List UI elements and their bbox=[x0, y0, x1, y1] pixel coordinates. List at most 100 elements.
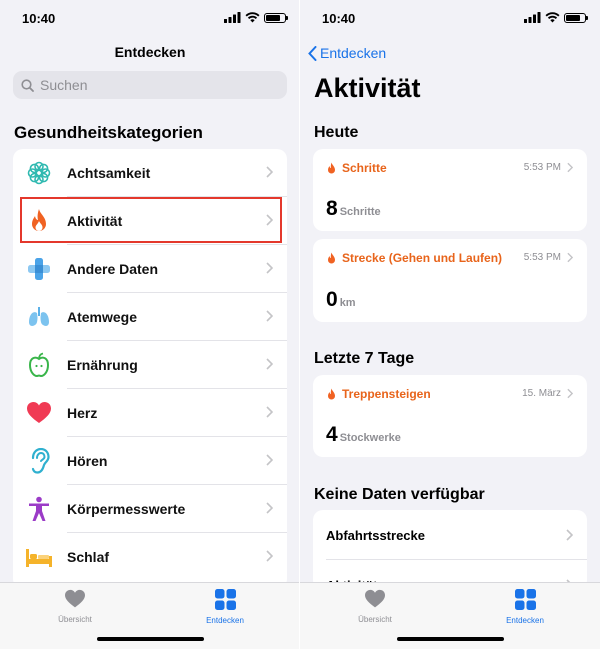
chevron-right-icon bbox=[567, 162, 573, 173]
tab-label: Entdecken bbox=[506, 616, 544, 625]
tab-label: Übersicht bbox=[358, 615, 392, 624]
card-value: 0 km bbox=[326, 288, 356, 312]
bed-icon bbox=[25, 543, 53, 571]
card-title: Strecke (Gehen und Laufen) bbox=[342, 251, 503, 265]
home-indicator[interactable] bbox=[397, 637, 504, 641]
flame-icon bbox=[328, 388, 335, 399]
data-card-stairs[interactable]: Treppensteigen 15. März 4 Stockwerke bbox=[313, 375, 587, 457]
category-item-schlaf[interactable]: Schlaf bbox=[13, 533, 287, 581]
section-title-last7: Letzte 7 Tage bbox=[314, 350, 415, 367]
plus-cross-icon bbox=[25, 255, 53, 283]
card-header: Strecke (Gehen und Laufen) bbox=[326, 251, 502, 265]
category-item-ernaehrung[interactable]: Ernährung bbox=[13, 341, 287, 389]
search-icon bbox=[21, 78, 34, 92]
heart-icon bbox=[25, 399, 53, 427]
category-label: Herz bbox=[67, 405, 98, 421]
category-item-aktivitaet[interactable]: Aktivität bbox=[13, 197, 287, 245]
chevron-right-icon bbox=[566, 529, 573, 541]
category-item-koerpermesswerte[interactable]: Körpermesswerte bbox=[13, 485, 287, 533]
value-unit: Schritte bbox=[339, 206, 381, 218]
body-figure-icon bbox=[25, 495, 53, 523]
page-title: Entdecken bbox=[114, 44, 186, 60]
wifi-icon bbox=[245, 12, 260, 23]
card-meta: 5:53 PM bbox=[524, 252, 573, 263]
heart-icon bbox=[365, 589, 385, 608]
back-button[interactable]: Entdecken bbox=[308, 45, 386, 61]
grid-icon bbox=[214, 589, 236, 610]
search-bar[interactable] bbox=[13, 71, 287, 99]
chevron-right-icon bbox=[266, 502, 273, 514]
page-title: Aktivität bbox=[314, 73, 421, 103]
category-item-achtsamkeit[interactable]: Achtsamkeit bbox=[13, 149, 287, 197]
flame-icon bbox=[328, 162, 335, 173]
card-header: Treppensteigen bbox=[326, 387, 431, 401]
card-time: 5:53 PM bbox=[523, 252, 561, 263]
flame-icon bbox=[328, 252, 335, 263]
tab-explore[interactable]: Entdecken bbox=[175, 589, 275, 625]
status-icons bbox=[224, 12, 288, 23]
signal-icon bbox=[524, 12, 541, 23]
screenshot-pair: 10:40 Entdecken Gesundheitskategorien Ac… bbox=[0, 0, 600, 649]
card-value: 8 Schritte bbox=[326, 197, 381, 221]
card-header: Schritte bbox=[326, 161, 387, 175]
search-input[interactable] bbox=[38, 76, 262, 94]
chevron-right-icon bbox=[266, 550, 273, 562]
mindfulness-flower-icon bbox=[25, 159, 53, 187]
category-label: Achtsamkeit bbox=[67, 165, 151, 181]
activity-screen: 10:40 Entdecken Aktivität Heute Schritte… bbox=[300, 0, 600, 649]
card-meta: 5:53 PM bbox=[524, 162, 573, 173]
card-title: Treppensteigen bbox=[342, 387, 431, 401]
card-time: 5:53 PM bbox=[523, 162, 561, 173]
grid-icon bbox=[514, 589, 536, 610]
chevron-right-icon bbox=[266, 358, 273, 370]
home-indicator[interactable] bbox=[97, 637, 204, 641]
section-title-today: Heute bbox=[314, 124, 359, 141]
status-icons bbox=[524, 12, 588, 23]
data-card-steps[interactable]: Schritte 5:53 PM 8 Schritte bbox=[313, 149, 587, 231]
category-item-herz[interactable]: Herz bbox=[13, 389, 287, 437]
value-number: 8 bbox=[326, 197, 338, 220]
chevron-left-icon bbox=[308, 45, 317, 61]
category-label: Ernährung bbox=[67, 357, 138, 373]
category-item-hoeren[interactable]: Hören bbox=[13, 437, 287, 485]
signal-icon bbox=[224, 12, 241, 23]
data-card-distance[interactable]: Strecke (Gehen und Laufen) 5:53 PM 0 km bbox=[313, 239, 587, 322]
tab-overview[interactable]: Übersicht bbox=[325, 589, 425, 624]
status-bar: 10:40 bbox=[0, 0, 300, 36]
category-label: Körpermesswerte bbox=[67, 501, 186, 517]
apple-icon bbox=[25, 351, 53, 379]
category-item-atemwege[interactable]: Atemwege bbox=[13, 293, 287, 341]
chevron-right-icon bbox=[266, 166, 273, 178]
category-label: Andere Daten bbox=[67, 261, 159, 277]
list-item[interactable]: Abfahrtsstrecke bbox=[313, 510, 587, 560]
no-data-list: Abfahrtsstrecke Aktivität bbox=[313, 510, 587, 590]
list-item-label: Abfahrtsstrecke bbox=[326, 527, 425, 543]
category-label: Schlaf bbox=[67, 549, 110, 565]
tab-label: Übersicht bbox=[58, 615, 92, 624]
value-number: 0 bbox=[326, 288, 338, 311]
tab-label: Entdecken bbox=[206, 616, 244, 625]
section-title-categories: Gesundheitskategorien bbox=[14, 123, 203, 142]
status-bar: 10:40 bbox=[300, 0, 600, 36]
category-item-andere-daten[interactable]: Andere Daten bbox=[13, 245, 287, 293]
battery-icon bbox=[264, 12, 288, 23]
back-label: Entdecken bbox=[320, 45, 387, 61]
flame-icon bbox=[25, 207, 53, 235]
tab-explore[interactable]: Entdecken bbox=[475, 589, 575, 625]
status-time: 10:40 bbox=[322, 11, 356, 26]
battery-fill bbox=[266, 14, 280, 21]
category-label: Aktivität bbox=[67, 213, 123, 229]
chevron-right-icon bbox=[567, 388, 573, 399]
section-title-no-data: Keine Daten verfügbar bbox=[314, 486, 485, 503]
value-unit: km bbox=[339, 297, 356, 309]
category-list: Achtsamkeit Aktivität Andere Daten Atemw… bbox=[13, 149, 287, 589]
category-label: Hören bbox=[67, 453, 108, 469]
battery-fill bbox=[566, 14, 580, 21]
chevron-right-icon bbox=[266, 262, 273, 274]
chevron-right-icon bbox=[266, 310, 273, 322]
tab-overview[interactable]: Übersicht bbox=[25, 589, 125, 624]
status-time: 10:40 bbox=[22, 11, 56, 26]
wifi-icon bbox=[545, 12, 560, 23]
card-value: 4 Stockwerke bbox=[326, 423, 401, 447]
lungs-icon bbox=[25, 303, 53, 331]
